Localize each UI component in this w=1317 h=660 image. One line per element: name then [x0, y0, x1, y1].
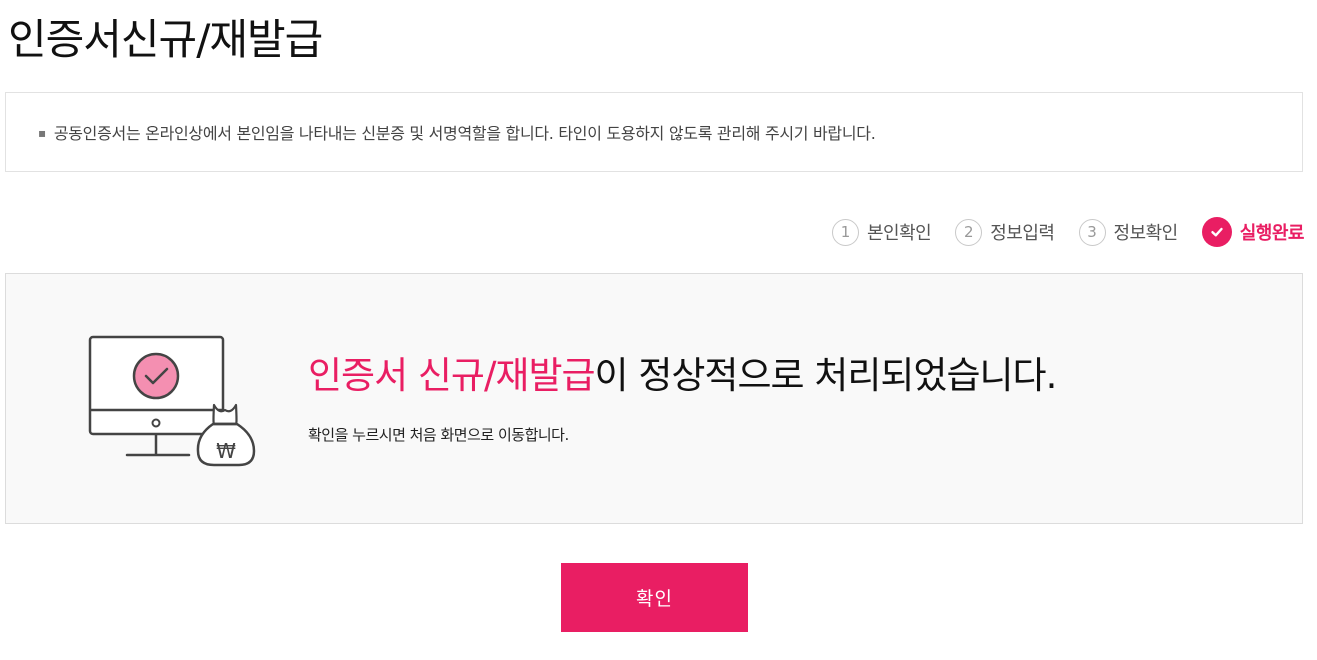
result-box: ₩ 인증서 신규/재발급이 정상적으로 처리되었습니다. 확인을 누르시면 처음…	[5, 273, 1303, 524]
confirm-button[interactable]: 확인	[561, 563, 748, 632]
page-title: 인증서신규/재발급	[8, 15, 323, 64]
progress-steps: 1 본인확인 2 정보입력 3 정보확인 실행완료	[832, 216, 1305, 248]
check-icon	[132, 352, 180, 400]
check-icon	[1201, 217, 1232, 247]
step-info-input: 2 정보입력	[955, 218, 1055, 246]
result-title-highlight: 인증서 신규/재발급	[308, 354, 596, 397]
result-title-rest: 이 정상적으로 처리되었습니다.	[594, 354, 1058, 397]
result-title: 인증서 신규/재발급이 정상적으로 처리되었습니다.	[308, 350, 1058, 402]
step-complete: 실행완료	[1201, 217, 1305, 247]
notice-text: 공동인증서는 온라인상에서 본인임을 나타내는 신분증 및 서명역할을 합니다.…	[53, 124, 876, 143]
step-label: 정보입력	[990, 223, 1055, 244]
won-symbol: ₩	[216, 439, 236, 463]
step-number: 3	[1078, 218, 1106, 246]
step-number: 2	[955, 218, 983, 246]
notice-item: ▪ 공동인증서는 온라인상에서 본인임을 나타내는 신분증 및 서명역할을 합니다…	[38, 120, 876, 144]
step-number: 1	[832, 218, 859, 246]
notice-box: ▪ 공동인증서는 온라인상에서 본인임을 나타내는 신분증 및 서명역할을 합니다…	[5, 92, 1303, 172]
step-label: 본인확인	[867, 223, 932, 244]
completion-illustration: ₩	[86, 334, 266, 473]
step-info-confirm: 3 정보확인	[1078, 218, 1179, 246]
bullet-icon: ▪	[38, 126, 46, 140]
step-label: 실행완료	[1239, 223, 1305, 244]
step-identity: 1 본인확인	[832, 218, 932, 246]
step-label: 정보확인	[1113, 223, 1179, 244]
result-subtitle: 확인을 누르시면 처음 화면으로 이동합니다.	[308, 426, 569, 444]
